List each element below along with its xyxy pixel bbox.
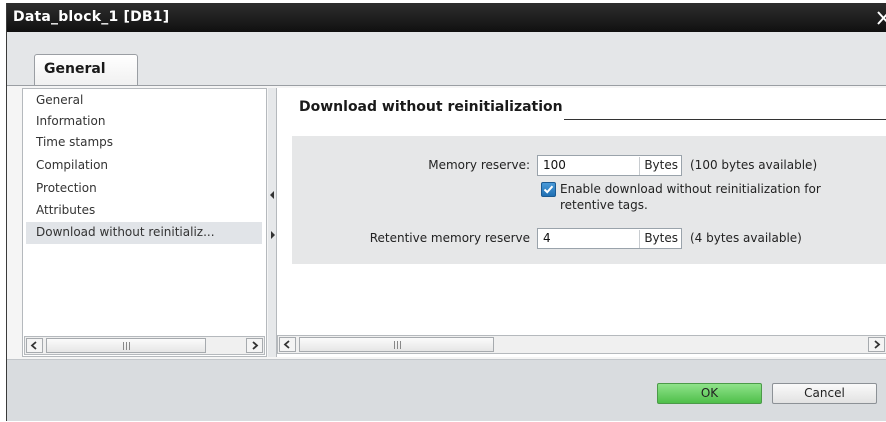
retentive-reserve-available: (4 bytes available) xyxy=(690,231,802,245)
scroll-thumb[interactable] xyxy=(299,337,494,352)
checkmark-icon xyxy=(543,185,554,194)
scroll-right-button[interactable] xyxy=(246,338,263,353)
memory-reserve-value: 100 xyxy=(543,158,566,172)
enable-download-label[interactable]: Enable download without reinitialization… xyxy=(560,181,821,213)
properties-dialog: Data_block_1 [DB1] General General Infor… xyxy=(6,3,886,421)
nav-item-download-without-reinitialization[interactable]: Download without reinitializ... xyxy=(26,222,262,244)
nav-item-compilation[interactable]: Compilation xyxy=(23,155,266,177)
retentive-reserve-input[interactable]: 4 Bytes xyxy=(537,228,682,249)
enable-download-checkbox[interactable] xyxy=(541,182,556,197)
scroll-right-button[interactable] xyxy=(868,337,885,352)
enable-download-label-line2: retentive tags. xyxy=(560,198,648,212)
section-title: Download without reinitialization xyxy=(299,99,563,115)
cancel-button[interactable]: Cancel xyxy=(772,383,877,404)
nav-item-protection[interactable]: Protection xyxy=(23,178,266,200)
chevron-right-icon xyxy=(874,340,881,349)
close-icon[interactable] xyxy=(877,10,886,26)
memory-reserve-label: Memory reserve: xyxy=(428,158,530,172)
enable-download-label-line1: Enable download without reinitialization… xyxy=(560,182,821,196)
retentive-reserve-label: Retentive memory reserve xyxy=(369,231,530,245)
pane-splitter[interactable] xyxy=(268,88,277,357)
memory-reserve-input[interactable]: 100 Bytes xyxy=(537,155,682,176)
properties-content: Download without reinitialization Memory… xyxy=(277,88,886,357)
tab-general[interactable]: General xyxy=(34,54,138,86)
nav-item-time-stamps[interactable]: Time stamps xyxy=(23,132,266,154)
left-horizontal-scrollbar[interactable] xyxy=(24,336,265,355)
grip-icon xyxy=(123,342,130,350)
title-bar[interactable]: Data_block_1 [DB1] xyxy=(7,3,886,32)
nav-item-general[interactable]: General xyxy=(23,90,266,112)
retentive-reserve-unit: Bytes xyxy=(639,230,681,248)
tab-strip: General xyxy=(7,32,886,86)
nav-item-information[interactable]: Information xyxy=(23,111,266,133)
chevron-left-icon xyxy=(283,340,290,349)
dialog-footer: OK Cancel xyxy=(7,359,886,421)
expand-right-icon[interactable] xyxy=(270,231,275,239)
ok-button[interactable]: OK xyxy=(657,383,762,404)
scroll-left-button[interactable] xyxy=(26,338,43,353)
navigation-list: General Information Time stamps Compilat… xyxy=(22,88,267,357)
tab-divider xyxy=(7,85,886,86)
memory-reserve-available: (100 bytes available) xyxy=(690,158,818,172)
retentive-reserve-value: 4 xyxy=(543,231,551,245)
section-divider xyxy=(564,119,886,120)
window-title: Data_block_1 [DB1] xyxy=(13,9,170,25)
chevron-right-icon xyxy=(252,341,259,350)
scroll-thumb[interactable] xyxy=(46,338,206,353)
nav-item-attributes[interactable]: Attributes xyxy=(23,200,266,222)
collapse-left-icon[interactable] xyxy=(270,191,275,199)
grip-icon xyxy=(393,341,401,349)
scroll-left-button[interactable] xyxy=(279,337,296,352)
chevron-left-icon xyxy=(30,341,37,350)
right-horizontal-scrollbar[interactable] xyxy=(277,335,886,354)
footer-divider xyxy=(7,359,886,360)
settings-group: Memory reserve: 100 Bytes (100 bytes ava… xyxy=(292,136,886,264)
memory-reserve-unit: Bytes xyxy=(639,157,681,175)
